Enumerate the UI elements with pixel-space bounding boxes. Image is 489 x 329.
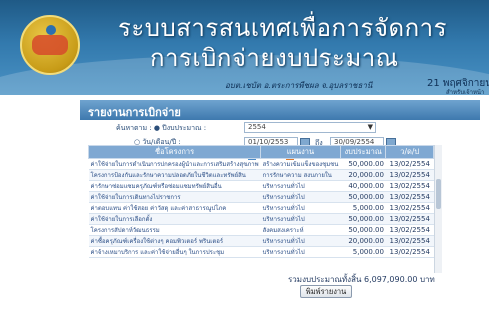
project-name-cell: โครงการสัปดาห์วัฒนธรรม [88,224,261,236]
emblem-logo [20,15,80,75]
table-row[interactable]: โครงการสัปดาห์วัฒนธรรม สังคมสงเคราะห์ 50,0… [88,224,434,236]
column-header-project: ชื่อโครงการ [87,145,262,159]
fiscal-year-value: 2554 [248,123,266,131]
budget-cell: 5,000.00 [340,246,386,258]
fiscal-year-radio-label[interactable]: ค้นหาตาม : ● ปีงบประมาณ : [116,123,206,134]
emblem-logo-detail [32,35,68,55]
budget-cell: 20,000.00 [340,169,386,181]
plan-cell: บริหารงานทั่วไป [260,246,341,258]
plan-cell: บริหารงานทั่วไป [260,213,341,225]
table-row[interactable]: ค่าใช้จ่ายในการเดินทางไปราชการ บริหารงานท… [88,191,434,203]
print-report-button[interactable]: พิมพ์รายงาน [300,285,352,298]
date-cell: 13/02/2554 [385,180,434,192]
fiscal-year-select[interactable]: 2554 ▼ [244,122,376,133]
user-organization: อบต.เชบัต อ.ตระการพืชผล จ.อุบลราชธานี [225,81,373,90]
budget-cell: 50,000.00 [340,213,386,225]
disbursement-table: ชื่อโครงการ แผนงาน งบประมาณ ว/ด/ป ค่าใช้… [87,145,434,258]
plan-cell: บริหารงานทั่วไป [260,180,341,192]
emblem-logo-dot [46,25,56,35]
project-name-cell: ค่าจ้างเหมาบริการ และค่าใช้จ่ายอื่นๆ ในก… [88,246,261,258]
table-row[interactable]: โครงการป้องกันและรักษาความปลอดภัยในชีวิต… [88,169,434,181]
table-row[interactable]: ค่าใช้จ่ายในการเลือกตั้ง บริหารงานทั่วไป 5… [88,213,434,225]
project-name-cell: ค่ารักษาซ่อมแซมครุภัณฑ์หรือซ่อมแซมทรัพย์… [88,180,261,192]
budget-cell: 50,000.00 [340,191,386,203]
budget-cell: 40,000.00 [340,180,386,192]
budget-cell: 50,000.00 [340,224,386,236]
table-scrollbar[interactable] [434,145,442,273]
date-cell: 13/02/2554 [385,235,434,247]
column-header-date: ว/ด/ป [385,145,434,159]
plan-cell: การรักษาความ สงบภายใน [260,169,341,181]
report-panel-header: รายงานการเบิกจ่าย [80,100,480,120]
date-cell: 13/02/2554 [385,213,434,225]
column-header-budget: งบประมาณ [339,145,387,159]
date-cell: 13/02/2554 [385,158,434,170]
report-title: รายงานการเบิกจ่าย [88,106,181,119]
project-name-cell: ค่าใช้จ่ายในการดำเนินการปกครองผู้นำและกา… [88,158,261,170]
date-cell: 13/02/2554 [385,202,434,214]
budget-cell: 5,000.00 [340,202,386,214]
date-cell: 13/02/2554 [385,169,434,181]
page: ระบบสารสนเทศเพื่อการจัดการ การเบิกจ่ายงบ… [0,0,489,329]
column-header-plan: แผนงาน [260,145,341,159]
plan-cell: สร้างความเข้มแข็งของชุมชน [260,158,341,170]
table-row[interactable]: ค่าใช้จ่ายในการดำเนินการปกครองผู้นำและกา… [88,158,434,170]
date-cell: 13/02/2554 [385,246,434,258]
table-row[interactable]: ค่ารักษาซ่อมแซมครุภัณฑ์หรือซ่อมแซมทรัพย์… [88,180,434,192]
table-row[interactable]: ค่าซื้อครุภัณฑ์เครื่องใช้ต่างๆ คอมพิวเตอ… [88,235,434,247]
chevron-down-icon: ▼ [367,123,373,131]
plan-cell: บริหารงานทั่วไป [260,235,341,247]
plan-cell: บริหารงานทั่วไป [260,191,341,203]
table-header-row: ชื่อโครงการ แผนงาน งบประมาณ ว/ด/ป [87,145,434,159]
project-name-cell: ค่าตอบแทน ค่าใช้สอย ค่าวัสดุ และค่าสาธาร… [88,202,261,214]
project-name-cell: ค่าใช้จ่ายในการเลือกตั้ง [88,213,261,225]
project-name-cell: โครงการป้องกันและรักษาความปลอดภัยในชีวิต… [88,169,261,181]
project-name-cell: ค่าใช้จ่ายในการเดินทางไปราชการ [88,191,261,203]
header-banner: ระบบสารสนเทศเพื่อการจัดการ การเบิกจ่ายงบ… [0,0,489,95]
scrollbar-thumb[interactable] [436,179,441,209]
budget-cell: 20,000.00 [340,235,386,247]
table-row[interactable]: ค่าตอบแทน ค่าใช้สอย ค่าวัสดุ และค่าสาธาร… [88,202,434,214]
system-title-line2: การเบิกจ่ายงบประมาณ [150,44,399,72]
project-name-cell: ค่าซื้อครุภัณฑ์เครื่องใช้ต่างๆ คอมพิวเตอ… [88,235,261,247]
plan-cell: สังคมสงเคราะห์ [260,224,341,236]
date-cell: 13/02/2554 [385,191,434,203]
staff-label: สำหรับเจ้าหน้า [446,89,485,95]
plan-cell: บริหารงานทั่วไป [260,202,341,214]
date-cell: 13/02/2554 [385,224,434,236]
table-row[interactable]: ค่าจ้างเหมาบริการ และค่าใช้จ่ายอื่นๆ ในก… [88,246,434,258]
budget-cell: 50,000.00 [340,158,386,170]
